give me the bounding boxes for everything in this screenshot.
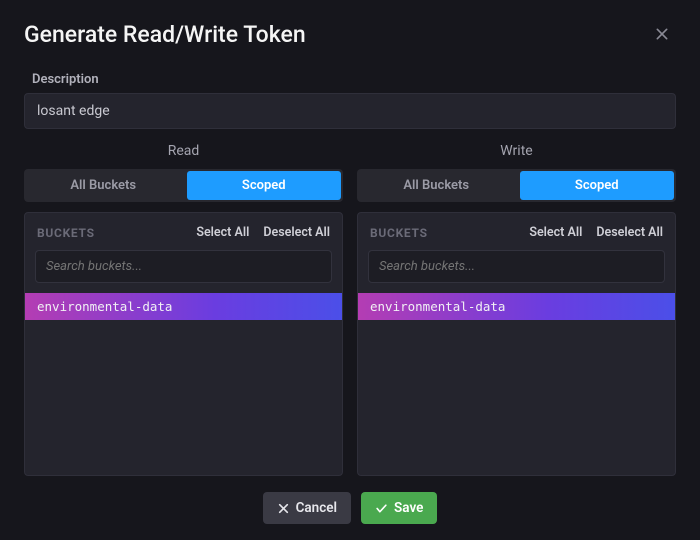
write-scope-toggle: All Buckets Scoped — [357, 169, 676, 202]
close-button[interactable] — [648, 20, 676, 48]
save-button-label: Save — [394, 500, 423, 516]
cancel-button[interactable]: Cancel — [263, 492, 351, 524]
description-label: Description — [32, 72, 676, 87]
check-icon — [375, 502, 388, 515]
close-icon — [654, 26, 670, 42]
cancel-button-label: Cancel — [296, 500, 337, 516]
read-bucket-box: BUCKETS Select All Deselect All environm… — [24, 212, 343, 476]
read-buckets-label: BUCKETS — [37, 226, 95, 240]
write-panel: Write All Buckets Scoped BUCKETS Select … — [357, 143, 676, 476]
read-all-buckets-toggle[interactable]: All Buckets — [26, 171, 181, 200]
read-bucket-actions: Select All Deselect All — [196, 225, 330, 240]
write-bucket-list: environmental-data — [358, 293, 675, 475]
write-panel-title: Write — [357, 143, 676, 159]
write-bucket-header: BUCKETS Select All Deselect All — [358, 213, 675, 250]
read-panel-title: Read — [24, 143, 343, 159]
write-deselect-all[interactable]: Deselect All — [596, 225, 663, 240]
write-bucket-search-input[interactable] — [368, 250, 665, 283]
read-bucket-list: environmental-data — [25, 293, 342, 475]
write-bucket-actions: Select All Deselect All — [529, 225, 663, 240]
modal-header: Generate Read/Write Token — [24, 20, 676, 48]
read-panel: Read All Buckets Scoped BUCKETS Select A… — [24, 143, 343, 476]
description-input[interactable] — [24, 93, 676, 129]
description-field: Description — [24, 72, 676, 129]
save-button[interactable]: Save — [361, 492, 437, 524]
close-icon — [277, 502, 290, 515]
write-bucket-box: BUCKETS Select All Deselect All environm… — [357, 212, 676, 476]
write-scoped-toggle[interactable]: Scoped — [520, 171, 675, 200]
write-buckets-label: BUCKETS — [370, 226, 428, 240]
write-select-all[interactable]: Select All — [529, 225, 582, 240]
read-scoped-toggle[interactable]: Scoped — [187, 171, 342, 200]
permission-panels: Read All Buckets Scoped BUCKETS Select A… — [24, 143, 676, 476]
read-bucket-search-input[interactable] — [35, 250, 332, 283]
generate-token-modal: Generate Read/Write Token Description Re… — [0, 0, 700, 540]
read-bucket-header: BUCKETS Select All Deselect All — [25, 213, 342, 250]
read-scope-toggle: All Buckets Scoped — [24, 169, 343, 202]
bucket-item[interactable]: environmental-data — [358, 293, 675, 320]
read-select-all[interactable]: Select All — [196, 225, 249, 240]
read-deselect-all[interactable]: Deselect All — [263, 225, 330, 240]
modal-title: Generate Read/Write Token — [24, 21, 306, 48]
bucket-item[interactable]: environmental-data — [25, 293, 342, 320]
modal-footer: Cancel Save — [24, 476, 676, 524]
write-all-buckets-toggle[interactable]: All Buckets — [359, 171, 514, 200]
